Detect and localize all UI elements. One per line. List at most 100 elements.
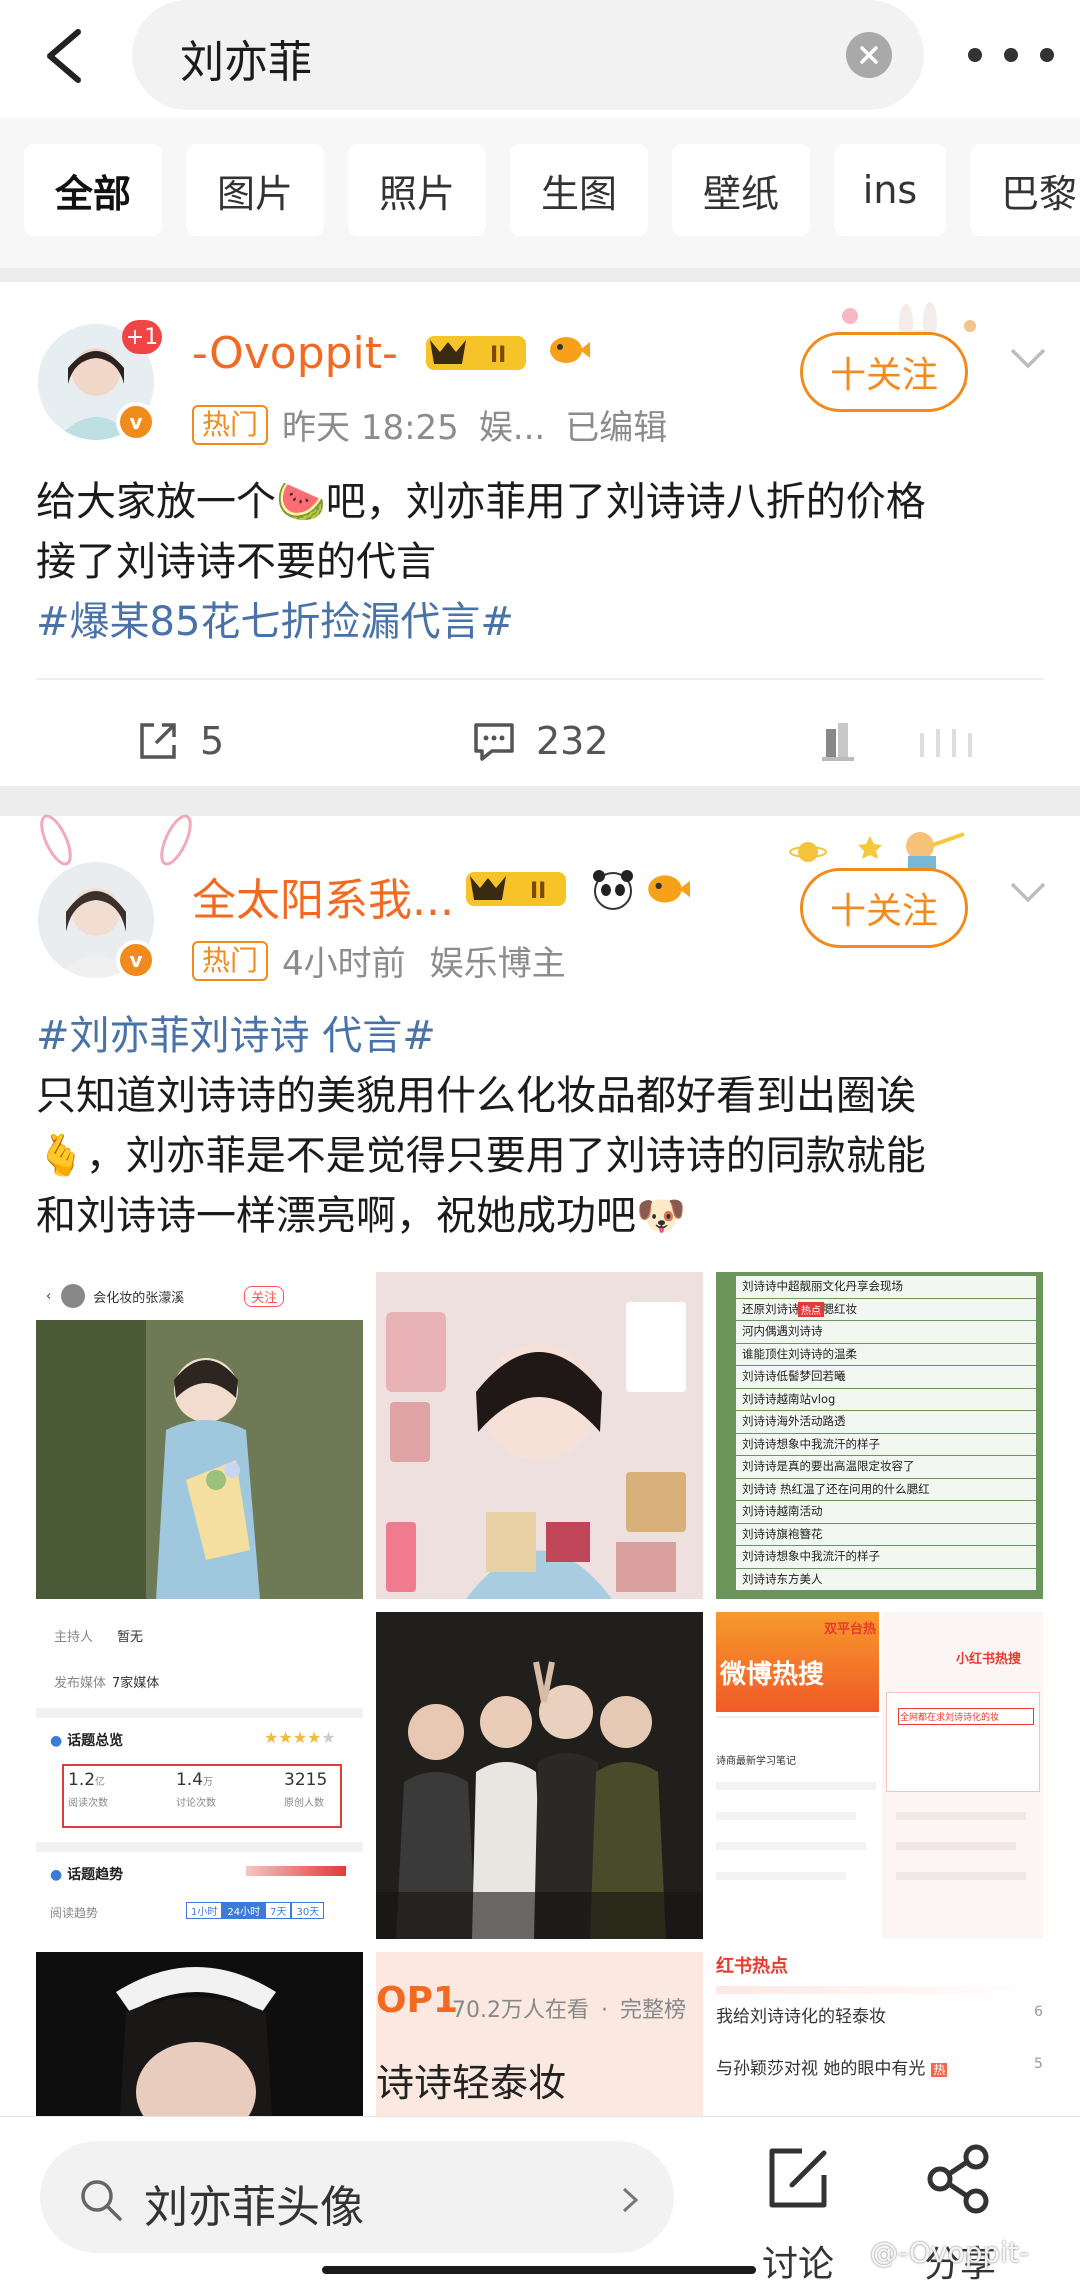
- topic-link[interactable]: #刘亦菲刘诗诗 代言#: [36, 1006, 1046, 1066]
- tab-pictures[interactable]: 图片: [186, 144, 324, 236]
- watching-count: 70.2万人在看: [452, 1998, 589, 2023]
- image-thumb[interactable]: 双平台热 微博热搜 小红书热搜 全网都在求刘诗诗化的妆 诗商最新学习笔记: [716, 1612, 1043, 1939]
- chevron-down-icon[interactable]: [1008, 346, 1048, 370]
- notification-badge: +1: [122, 320, 162, 354]
- topic-link[interactable]: #爆某85花七折捡漏代言#: [36, 592, 1046, 652]
- discuss-label: 讨论: [761, 2244, 834, 2281]
- hot-topic-list: 刘诗诗中超靓丽文化丹享会现场 还原刘诗诗高温腮红妆 河内偶遇刘诗诗 谁能顶住刘诗…: [736, 1276, 1036, 1591]
- repost-icon: [140, 723, 176, 759]
- home-indicator[interactable]: [322, 2266, 756, 2274]
- tab-paris[interactable]: 巴黎: [970, 144, 1080, 236]
- image-thumb[interactable]: 红书热点 我给刘诗诗化的轻泰妆 6 与孙颖莎对视 她的眼中有光热 5: [716, 1952, 1043, 2116]
- hot-topic-item: 刘诗诗低髻梦回若曦: [736, 1366, 1036, 1388]
- xhs-item: 全网都在求刘诗诗化的妆: [898, 1708, 1034, 1725]
- discuss-unit: 万: [203, 1777, 214, 1788]
- tab-wallpapers[interactable]: 壁纸: [672, 144, 810, 236]
- thumb-follow: 关注: [244, 1285, 285, 1307]
- trend-label: 阅读趋势: [50, 1906, 99, 1920]
- repost-button[interactable]: 5: [134, 686, 224, 796]
- panda-badge-icon: [593, 870, 633, 910]
- verified-badge: v: [116, 940, 156, 980]
- hot-topic-item: 刘诗诗越南活动: [736, 1501, 1036, 1523]
- hot-badge: 热门: [192, 940, 269, 981]
- search-input[interactable]: 刘亦菲: [132, 0, 924, 110]
- bunny-ears-decoration-icon: [40, 814, 192, 866]
- more-actions-icon: [920, 729, 972, 757]
- hot-topic-item: 河内偶遇刘诗诗: [736, 1321, 1036, 1343]
- image-thumb[interactable]: [376, 1612, 703, 1939]
- suggest-text: 刘亦菲头像: [144, 2182, 364, 2233]
- fish-badge-icon: [550, 337, 590, 363]
- search-icon: [81, 2180, 122, 2221]
- clear-button[interactable]: [846, 32, 892, 78]
- hot-topic-item: 谁能顶住刘诗诗的温柔: [736, 1343, 1036, 1365]
- media-label: 发布媒体: [54, 1676, 107, 1691]
- more-actions-button[interactable]: [916, 686, 976, 796]
- like-button[interactable]: [818, 686, 862, 796]
- like-icon: [822, 723, 854, 761]
- hot-topic-item: 刘诗诗旗袍簪花: [736, 1523, 1036, 1545]
- full-list-link: 完整榜: [620, 1998, 687, 2023]
- share-icon: [927, 2144, 989, 2214]
- hot-topic-item: 刘诗诗中超靓丽文化丹享会现场: [736, 1276, 1036, 1298]
- image-thumb[interactable]: 主持人 暂无 发布媒体 7家媒体 ● 话题总览 ★★★★★ 1.2亿 阅读次数 1.…: [36, 1612, 363, 1939]
- hot-tag: 热点: [798, 1302, 824, 1317]
- search-query: 刘亦菲: [180, 37, 312, 88]
- post-text: 给大家放一个🍉吧，刘亦菲用了刘诗诗八折的价格 接了刘诗诗不要的代言 #爆某85花…: [36, 472, 1046, 652]
- tab-ins[interactable]: ins: [834, 144, 946, 236]
- rank-title: 诗诗轻泰妆: [376, 2061, 567, 2105]
- post-card: +1 v -Ovoppit- II 热门 昨天 18:25 娱... 已编辑 十…: [0, 282, 1080, 786]
- reads-unit: 亿: [95, 1777, 106, 1788]
- comment-icon: [474, 723, 514, 761]
- follow-button[interactable]: 十关注: [800, 332, 968, 412]
- media-value: 7家媒体: [112, 1676, 160, 1691]
- hot-topic-item: 刘诗诗想象中我流汗的样子: [736, 1433, 1036, 1455]
- post-time: 4小时前: [282, 944, 406, 984]
- comment-button[interactable]: 232: [470, 686, 609, 796]
- reads-label: 阅读次数: [68, 1798, 108, 1809]
- post-card: v 全太阳系我... II 热门 4小时前 娱乐博主 十关注 #刘亦菲刘诗诗 代…: [0, 814, 1080, 2116]
- hot-topic-item: 刘诗诗越南站vlog: [736, 1388, 1036, 1410]
- xhs-hot-header: 红书热点: [716, 1956, 788, 1977]
- image-thumb[interactable]: 刘诗诗中超靓丽文化丹享会现场 还原刘诗诗高温腮红妆 河内偶遇刘诗诗 谁能顶住刘诗…: [716, 1272, 1043, 1599]
- image-thumb[interactable]: [376, 1272, 703, 1599]
- tab-raw-photos[interactable]: 生图: [510, 144, 648, 236]
- dual-platform-badge: 双平台热: [824, 1622, 877, 1637]
- discuss-value: 1.4: [176, 1770, 204, 1790]
- xhs-hot-title: 小红书热搜: [956, 1652, 1022, 1667]
- trend-title: 话题趋势: [67, 1867, 124, 1883]
- tab-photos[interactable]: 照片: [348, 144, 486, 236]
- tab-all[interactable]: 全部: [24, 144, 162, 236]
- post-meta: 热门 昨天 18:25 娱... 已编辑: [192, 400, 667, 449]
- follow-button[interactable]: 十关注: [800, 868, 968, 948]
- more-button[interactable]: [960, 48, 1064, 62]
- hot-topic-item: 刘诗诗是真的要出高温限定妆容了: [736, 1456, 1036, 1478]
- close-icon: [860, 46, 878, 64]
- post-text-line: 接了刘诗诗不要的代言: [36, 539, 436, 585]
- username[interactable]: -Ovoppit-: [192, 328, 398, 379]
- suggest-search-button[interactable]: 刘亦菲头像: [40, 2141, 674, 2253]
- vip-badge-icon: II: [426, 336, 526, 370]
- back-button[interactable]: [38, 24, 94, 88]
- post-source: 娱...: [478, 408, 546, 448]
- weibo-hot-title: 微博热搜: [720, 1660, 825, 1690]
- discuss-button[interactable]: 讨论: [738, 2139, 858, 2281]
- repost-count: 5: [200, 719, 225, 763]
- hot-topic-item: 刘诗诗 热红温了还在问用的什么腮红: [736, 1478, 1036, 1500]
- comment-count: 232: [536, 719, 609, 763]
- post-meta: 热门 4小时前 娱乐博主: [192, 936, 566, 985]
- username[interactable]: 全太阳系我...: [192, 864, 454, 928]
- image-thumb[interactable]: [36, 1952, 363, 2116]
- divider: [36, 678, 1044, 680]
- reads-value: 1.2: [68, 1770, 96, 1790]
- image-thumb[interactable]: ‹ 会化妆的张濛溪 关注: [36, 1272, 363, 1599]
- chevron-down-icon[interactable]: [1008, 880, 1048, 904]
- hot-topic-item: 还原刘诗诗高温腮红妆: [736, 1298, 1036, 1320]
- hot-badge: 热门: [192, 404, 269, 445]
- image-thumb[interactable]: OP1 70.2万人在看 · 完整榜 诗诗轻泰妆: [376, 1952, 703, 2116]
- weibo-line: 诗商最新学习笔记: [716, 1756, 796, 1767]
- edited-label: 已编辑: [565, 408, 668, 448]
- chevron-right-icon: [622, 2187, 639, 2213]
- verified-badge: v: [116, 402, 156, 442]
- svg-text:II: II: [530, 879, 546, 904]
